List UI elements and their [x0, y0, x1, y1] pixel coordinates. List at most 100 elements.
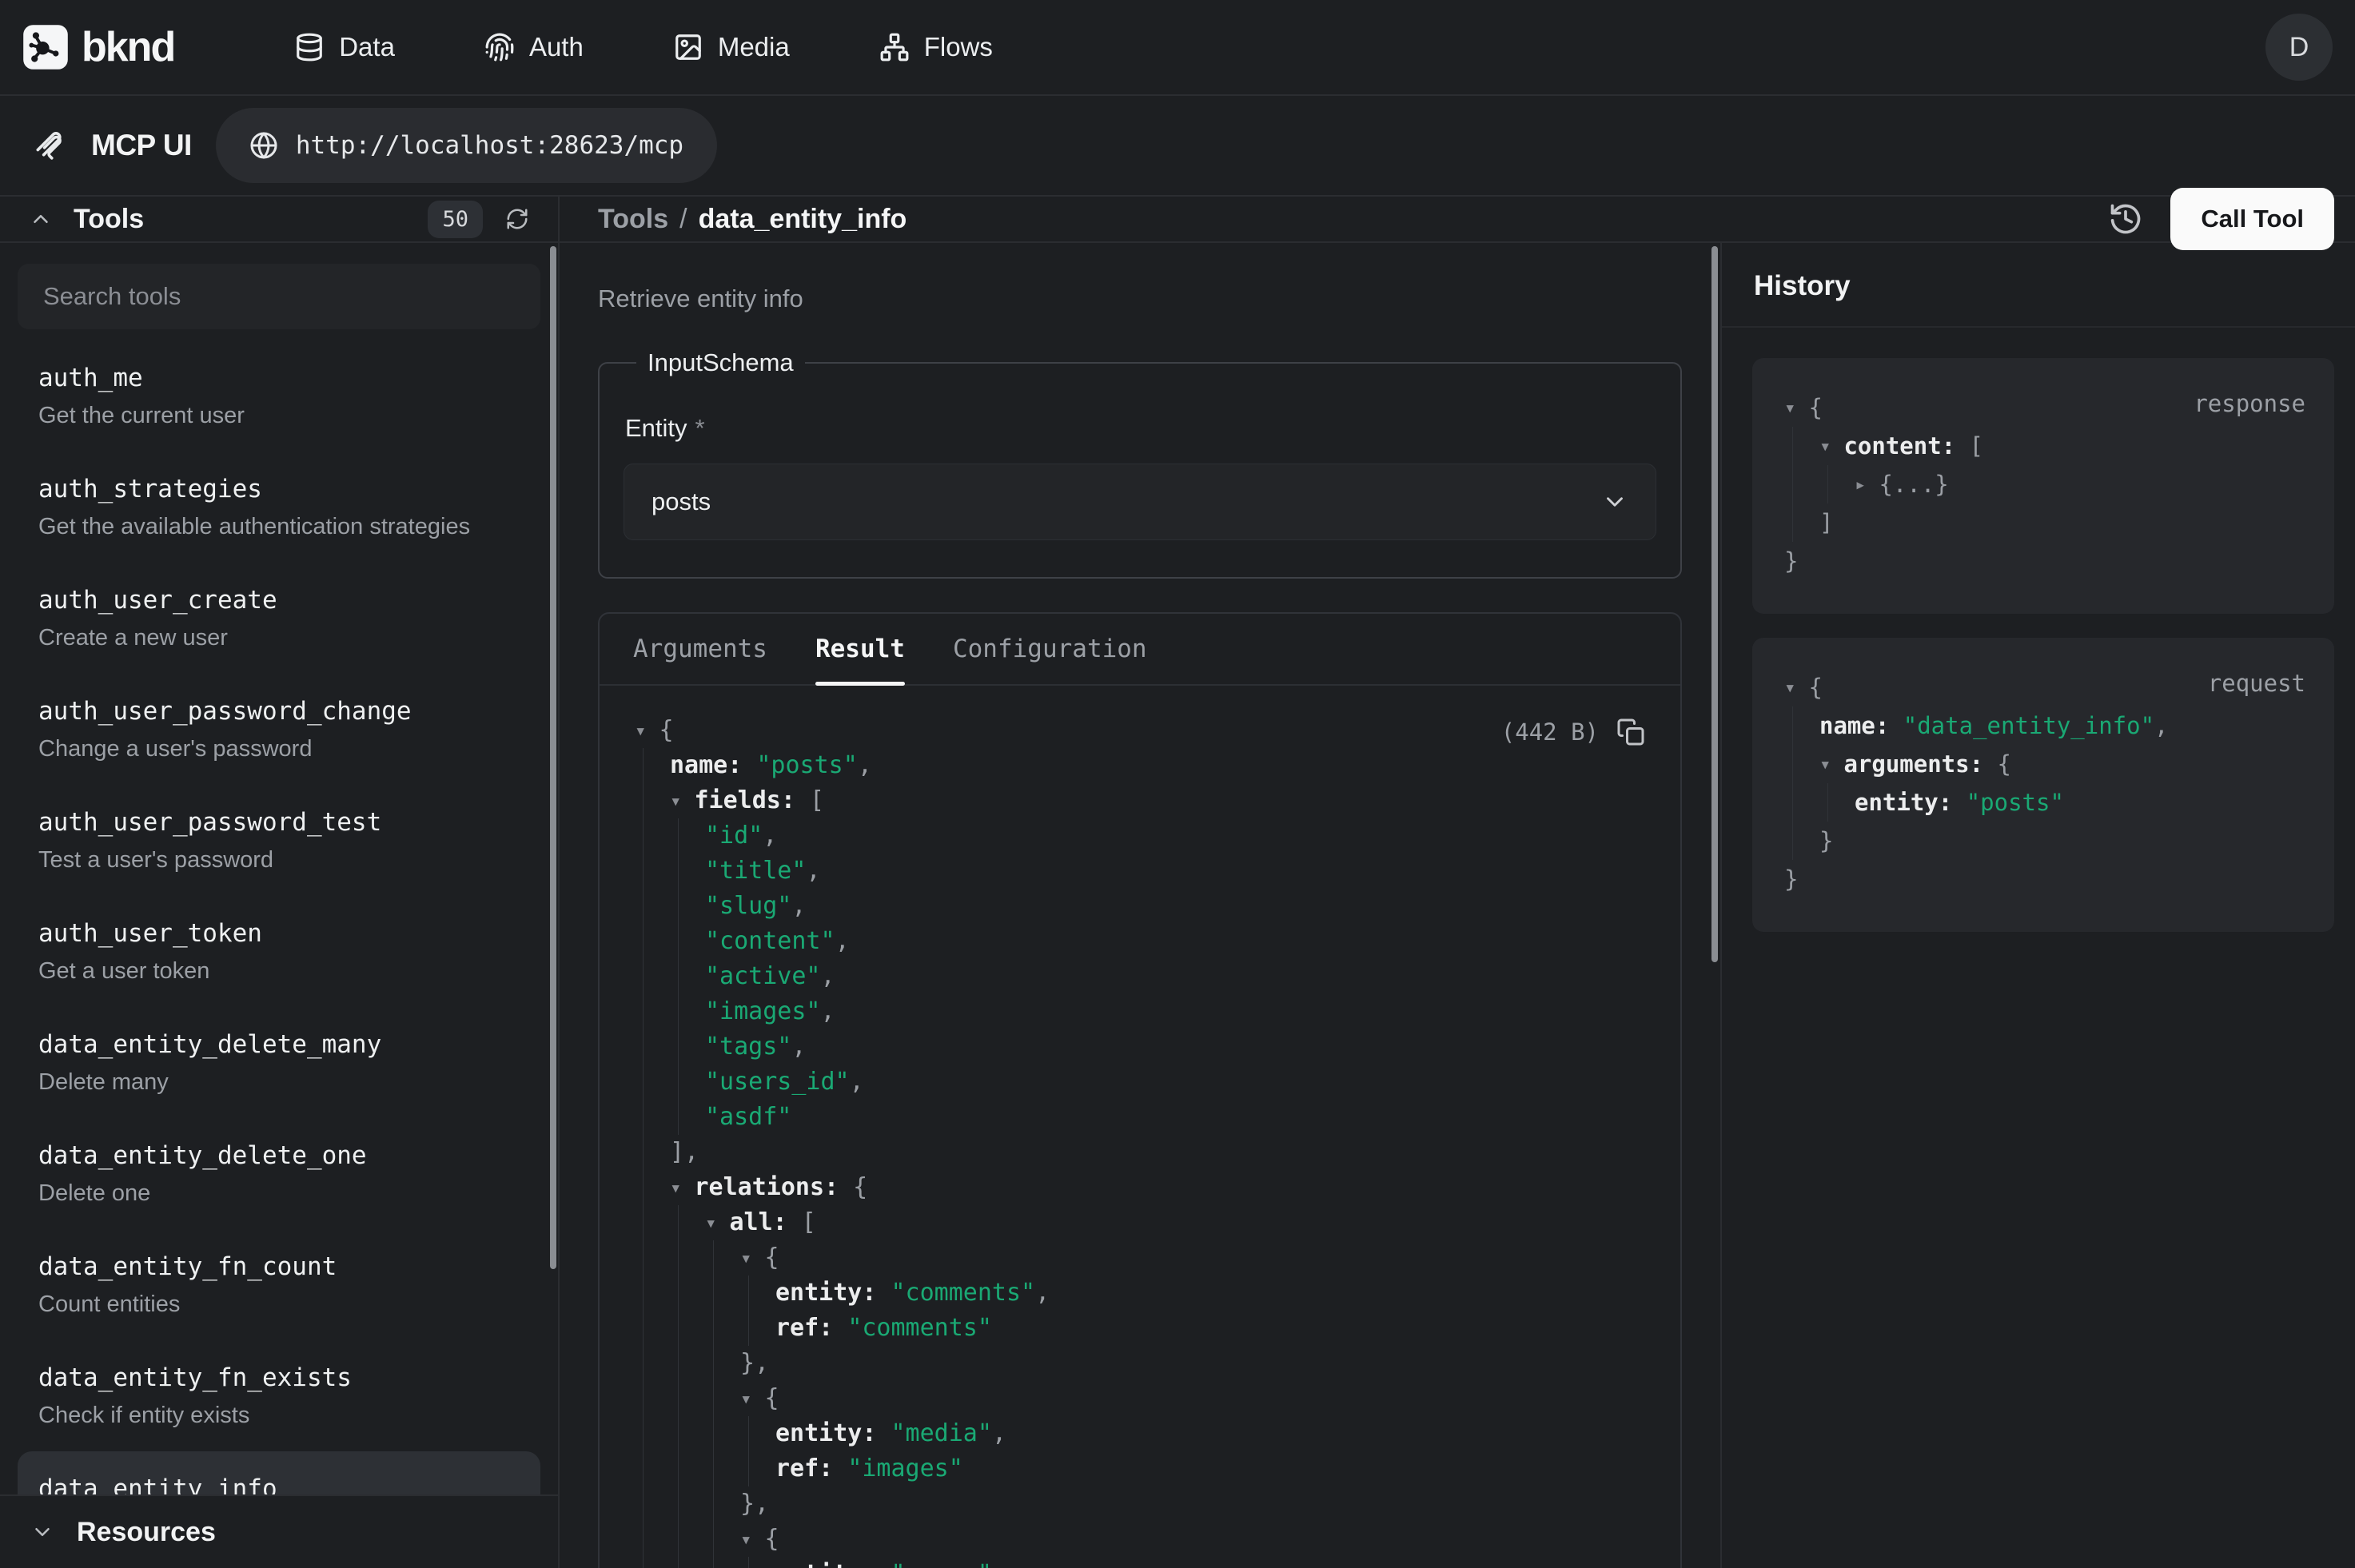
tab-configuration[interactable]: Configuration: [953, 614, 1147, 684]
json-punctuation: [: [1970, 427, 1983, 465]
nav-item-media[interactable]: Media: [673, 32, 790, 62]
json-string-value: "posts": [756, 748, 857, 783]
indent-guide: [678, 1486, 679, 1522]
history-clock-icon[interactable]: [2108, 201, 2143, 237]
tool-name: auth_user_password_test: [38, 806, 520, 838]
indent-guide: [678, 1416, 679, 1451]
nav-item-label: Data: [339, 32, 395, 62]
indent-guide: [643, 1205, 644, 1240]
tab-result[interactable]: Result: [815, 614, 905, 684]
indent-guide: [643, 854, 644, 889]
collapse-toggle-icon[interactable]: ▾: [705, 1205, 716, 1240]
json-string-value: "active": [705, 959, 821, 994]
collapse-toggle-icon[interactable]: ▾: [740, 1381, 751, 1416]
workspace: Tools 50 auth_meGet the current userauth…: [0, 197, 2355, 1568]
expand-toggle-icon[interactable]: ▸: [1855, 465, 1866, 503]
call-tool-button[interactable]: Call Tool: [2170, 188, 2334, 250]
breadcrumb: Tools / data_entity_info: [598, 204, 907, 235]
tool-name: data_entity_fn_count: [38, 1251, 520, 1283]
collapse-toggle-icon[interactable]: ▾: [740, 1240, 751, 1275]
json-line: ▾{: [1784, 388, 2305, 427]
tools-sidebar: Tools 50 auth_meGet the current userauth…: [0, 197, 560, 1568]
main-scrollbar-thumb[interactable]: [1711, 246, 1718, 962]
indent-guide: [678, 1381, 679, 1416]
tool-list-item[interactable]: auth_strategiesGet the available authent…: [18, 452, 540, 563]
nav-item-data[interactable]: Data: [294, 32, 395, 62]
refresh-icon[interactable]: [505, 207, 529, 231]
history-entry-card[interactable]: response▾{▾content: [▸{...}]}: [1752, 358, 2334, 614]
collapse-toggle-icon[interactable]: ▾: [1819, 427, 1831, 465]
json-line: "content",: [635, 924, 1648, 959]
sidebar-scrollbar-thumb[interactable]: [550, 246, 556, 1269]
mcp-url-pill[interactable]: http://localhost:28623/mcp: [216, 108, 717, 183]
input-schema-fieldset: InputSchema Entity* posts: [598, 348, 1682, 579]
tool-name: auth_user_token: [38, 917, 520, 949]
indent-guide: [678, 1522, 679, 1557]
tool-list-item[interactable]: auth_user_createCreate a new user: [18, 563, 540, 674]
json-punctuation: {: [1808, 668, 1822, 706]
entity-select[interactable]: posts: [624, 464, 1656, 540]
json-string-value: "tags": [705, 1029, 791, 1065]
json-key: name:: [1819, 706, 1903, 745]
collapse-toggle-icon[interactable]: ▾: [670, 783, 681, 818]
tool-list-item[interactable]: data_entity_infoRetrieve entity info: [18, 1451, 540, 1494]
json-punctuation: },: [740, 1346, 769, 1381]
collapse-toggle-icon[interactable]: ▾: [740, 1522, 751, 1557]
indent-guide: [713, 1451, 714, 1486]
avatar-initial: D: [2289, 32, 2309, 63]
indent-guide: [643, 1486, 644, 1522]
tool-list-item[interactable]: data_entity_delete_manyDelete many: [18, 1007, 540, 1118]
indent-guide: [678, 1346, 679, 1381]
json-punctuation: },: [740, 1486, 769, 1522]
json-string-value: "images": [705, 994, 821, 1029]
search-input[interactable]: [18, 264, 540, 329]
json-line: name: "data_entity_info",: [1784, 706, 2305, 745]
json-line: "active",: [635, 959, 1648, 994]
tool-list-item[interactable]: auth_user_password_testTest a user's pas…: [18, 785, 540, 896]
indent-guide: [678, 1205, 679, 1240]
history-entry-card[interactable]: request▾{name: "data_entity_info",▾argum…: [1752, 638, 2334, 932]
breadcrumb-section[interactable]: Tools: [598, 204, 668, 235]
json-punctuation: [: [802, 1205, 816, 1240]
indent-guide: [643, 1557, 644, 1568]
json-punctuation: {: [1808, 388, 1822, 427]
chevron-up-icon[interactable]: [29, 207, 53, 231]
tool-list-item[interactable]: auth_user_password_changeChange a user's…: [18, 674, 540, 785]
tools-count-badge: 50: [428, 201, 483, 238]
tab-arguments[interactable]: Arguments: [633, 614, 767, 684]
json-key: entity:: [775, 1416, 891, 1451]
collapse-toggle-icon[interactable]: ▾: [1819, 745, 1831, 783]
user-avatar[interactable]: D: [2265, 14, 2333, 81]
right-column: Tools / data_entity_info Call Tool Retri…: [560, 197, 2355, 1568]
indent-guide: [713, 1240, 714, 1275]
json-line: },: [635, 1486, 1648, 1522]
bknd-logo-icon: [22, 24, 69, 70]
resources-section-header[interactable]: Resources: [0, 1494, 558, 1568]
indent-guide: [678, 924, 679, 959]
tool-list-item[interactable]: auth_meGet the current user: [18, 340, 540, 452]
tool-list-item[interactable]: data_entity_fn_existsCheck if entity exi…: [18, 1340, 540, 1451]
entity-field-label: Entity*: [625, 414, 1656, 443]
json-punctuation: ,: [821, 959, 835, 994]
json-line: ▾fields: [: [635, 783, 1648, 818]
collapse-toggle-icon[interactable]: ▾: [1784, 388, 1795, 427]
history-title: History: [1754, 270, 1851, 301]
collapse-toggle-icon[interactable]: ▾: [670, 1170, 681, 1205]
json-punctuation: ,: [1035, 1275, 1050, 1311]
indent-guide: [713, 1557, 714, 1568]
nav-item-flows[interactable]: Flows: [879, 32, 993, 62]
primary-nav: Data Auth Media Flows: [294, 32, 993, 62]
collapse-toggle-icon[interactable]: ▾: [635, 713, 646, 748]
tool-list-item[interactable]: data_entity_delete_oneDelete one: [18, 1118, 540, 1229]
tool-list-item[interactable]: data_entity_fn_countCount entities: [18, 1229, 540, 1340]
json-string-value: "title": [705, 854, 806, 889]
json-punctuation: ,: [791, 1029, 806, 1065]
json-punctuation: }: [1784, 860, 1798, 898]
collapse-toggle-icon[interactable]: ▾: [1784, 668, 1795, 706]
tool-list-item[interactable]: auth_user_tokenGet a user token: [18, 896, 540, 1007]
nav-item-auth[interactable]: Auth: [484, 32, 584, 62]
indent-guide: [678, 889, 679, 924]
bknd-logo[interactable]: bknd: [22, 23, 174, 71]
indent-guide: [643, 1100, 644, 1135]
json-string-value: "comments": [847, 1311, 992, 1346]
